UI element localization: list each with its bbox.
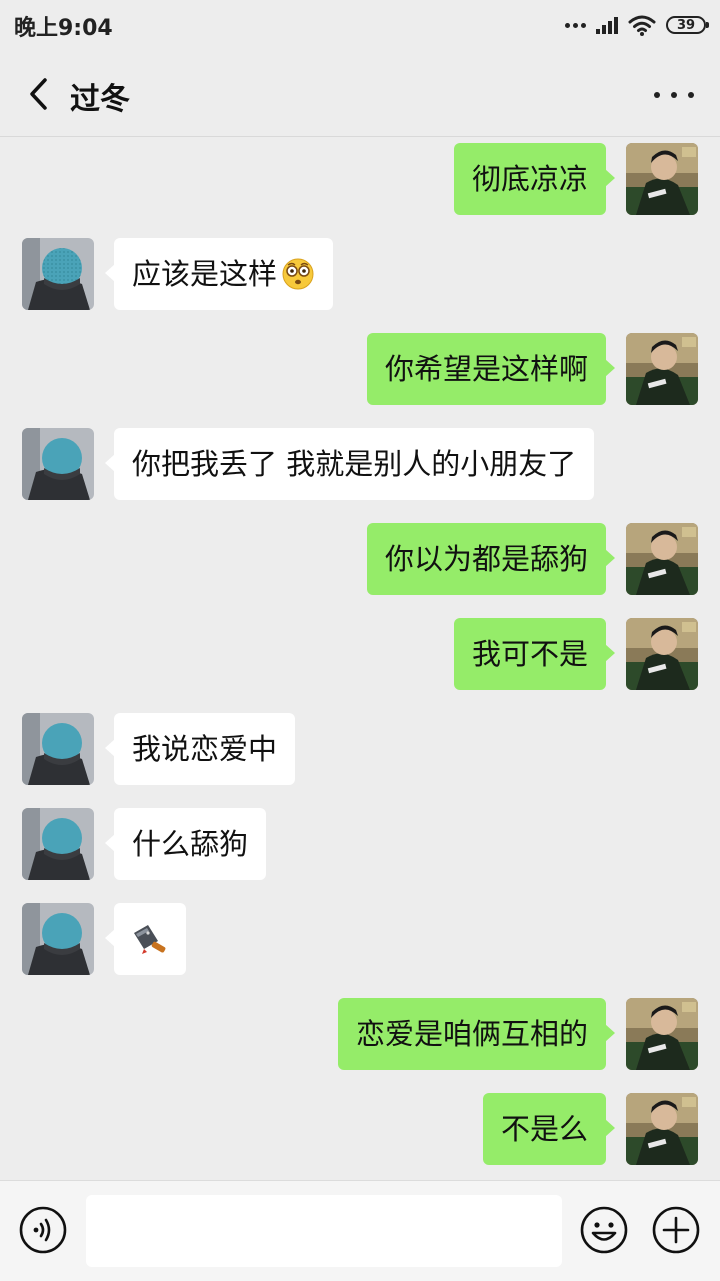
message-text: 你把我丢了 我就是别人的小朋友了 [132,446,577,481]
back-button[interactable] [18,72,58,116]
voice-icon [19,1206,67,1254]
message-row-received [0,903,720,977]
voice-input-button[interactable] [19,1206,67,1254]
network-dots-icon [565,22,586,28]
cleaver-knife-emoji [134,925,166,954]
status-time: 晚上9:04 [14,16,113,41]
message-bubble-received[interactable] [105,903,186,975]
message-bubble-received[interactable]: 我说恋爱中 [104,713,296,785]
message-row-sent: 你以为都是舔狗 [0,523,720,597]
contact-avatar[interactable] [22,713,94,785]
cellular-signal-icon [596,16,618,34]
message-row-received: 应该是这样 [0,238,720,312]
message-bubble-received[interactable]: 什么舔狗 [104,808,267,880]
message-text: 应该是这样 [132,256,278,291]
message-bubble-sent[interactable]: 你以为都是舔狗 [366,523,616,595]
message-row-sent: 我可不是 [0,618,720,692]
contact-avatar[interactable] [22,428,94,500]
plus-circle-icon [652,1206,700,1254]
message-row-sent: 不是么 [0,1093,720,1167]
message-text: 我说恋爱中 [132,731,278,766]
message-text: 你以为都是舔狗 [384,541,588,576]
more-dot [688,92,694,98]
status-icons: 39 [565,10,709,40]
message-text: 不是么 [500,1111,588,1146]
message-bubble-sent[interactable]: 我可不是 [453,618,616,690]
nerd-face-emoji [282,258,314,290]
more-functions-button[interactable] [652,1206,700,1254]
message-bubble-sent[interactable]: 不是么 [482,1093,616,1165]
message-text: 恋爱是咱俩互相的 [355,1016,588,1051]
emoji-button[interactable] [580,1206,628,1254]
message-row-sent: 恋爱是咱俩互相的 [0,998,720,1072]
message-text: 你希望是这样啊 [384,351,588,386]
message-input[interactable] [86,1195,562,1267]
message-row-sent: 你希望是这样啊 [0,333,720,407]
more-dot [654,92,660,98]
message-bubble-received[interactable]: 应该是这样 [104,238,334,310]
my-avatar[interactable] [626,143,698,215]
contact-avatar[interactable] [22,808,94,880]
message-text: 我可不是 [471,636,588,671]
my-avatar[interactable] [626,523,698,595]
chat-header: 过冬 [0,50,720,137]
contact-avatar[interactable] [22,903,94,975]
message-row-received: 你把我丢了 我就是别人的小朋友了 [0,428,720,502]
message-row-received: 我说恋爱中 [0,713,720,787]
more-dot [671,92,677,98]
my-avatar[interactable] [626,998,698,1070]
wifi-icon [628,15,656,36]
chevron-left-icon [30,78,47,110]
message-bubble-sent[interactable]: 恋爱是咱俩互相的 [337,998,616,1070]
message-row-sent: 彻底凉凉 [0,143,720,217]
status-bar: 晚上9:04 39 [0,0,720,50]
message-text: 什么舔狗 [132,826,249,861]
chat-input-bar [0,1180,720,1281]
chat-title: 过冬 [70,82,130,117]
smiley-icon [580,1206,628,1254]
message-text: 彻底凉凉 [471,161,588,196]
message-row-received: 什么舔狗 [0,808,720,882]
message-bubble-sent[interactable]: 彻底凉凉 [453,143,616,215]
message-bubble-received[interactable]: 你把我丢了 我就是别人的小朋友了 [104,428,595,500]
more-options-button[interactable] [654,80,694,110]
my-avatar[interactable] [626,333,698,405]
message-list[interactable]: 彻底凉凉 应该是这样 你希望是这样啊 你把我丢了 我就是别人的小朋友了 你以为都… [0,137,720,1180]
message-bubble-sent[interactable]: 你希望是这样啊 [366,333,616,405]
my-avatar[interactable] [626,1093,698,1165]
contact-avatar[interactable] [22,238,94,310]
my-avatar[interactable] [626,618,698,690]
battery-indicator: 39 [666,16,709,34]
